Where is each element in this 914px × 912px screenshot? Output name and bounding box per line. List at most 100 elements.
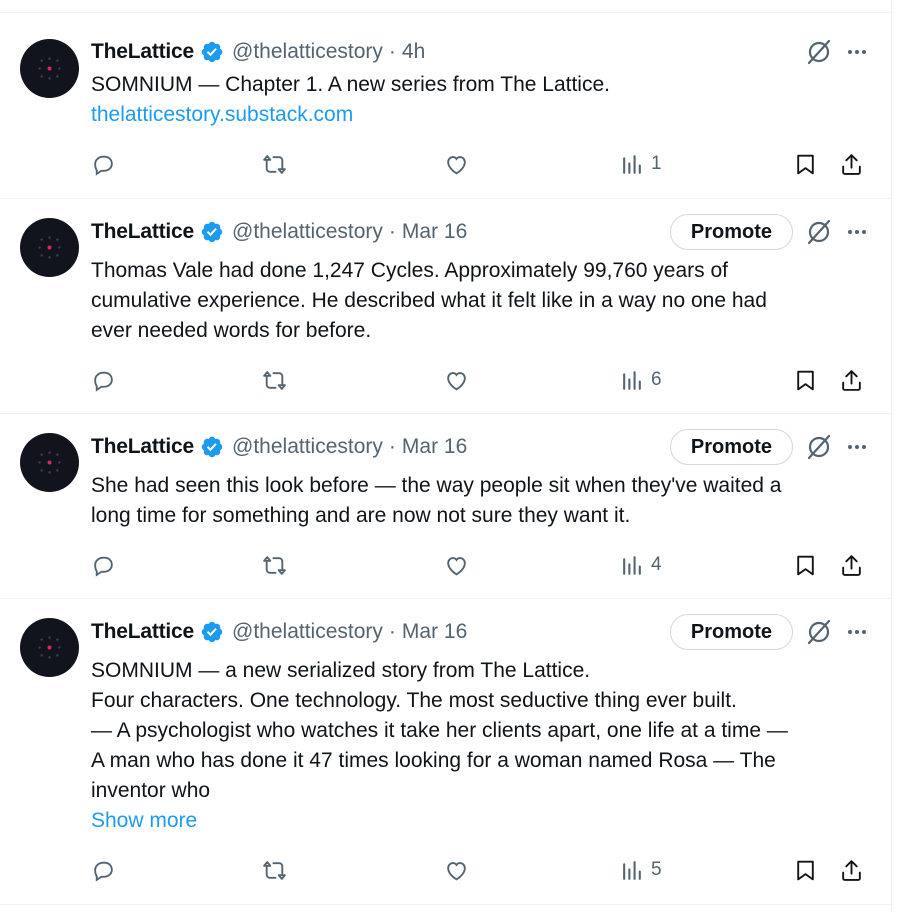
author-handle[interactable]: @thelatticestory <box>232 40 383 64</box>
share-button[interactable] <box>839 365 864 395</box>
views-button[interactable]: 1 <box>620 149 662 179</box>
tweet-text: SOMNIUM — Chapter 1. A new series from T… <box>91 70 863 130</box>
show-more-link[interactable]: Show more <box>91 806 863 836</box>
bookmark-button[interactable] <box>793 149 818 179</box>
views-button[interactable]: 5 <box>620 855 662 885</box>
action-bar: 5 <box>91 855 863 885</box>
share-icon <box>842 369 861 391</box>
avatar[interactable] <box>20 39 79 98</box>
tweet[interactable]: TheLattice @thelatticestory · Mar 16 Pro… <box>0 599 891 904</box>
repost-icon <box>263 860 286 880</box>
share-icon <box>842 153 861 175</box>
views-button[interactable]: 4 <box>620 550 662 580</box>
repost-icon <box>263 555 286 575</box>
like-button[interactable] <box>444 855 469 885</box>
like-button[interactable] <box>444 550 469 580</box>
author-name[interactable]: TheLattice <box>91 40 194 64</box>
views-icon <box>623 370 641 390</box>
reply-button[interactable] <box>91 365 116 395</box>
grok-icon[interactable] <box>805 433 833 461</box>
author-name[interactable]: TheLattice <box>91 220 194 244</box>
timestamp[interactable]: 4h <box>402 40 425 64</box>
promote-button[interactable]: Promote <box>669 614 793 650</box>
avatar[interactable] <box>20 218 79 277</box>
reply-icon <box>94 155 113 176</box>
tweet[interactable]: TheLattice @thelatticestory · Mar 16 Pro… <box>0 199 891 413</box>
views-icon <box>623 860 641 880</box>
reply-button[interactable] <box>91 855 116 885</box>
avatar[interactable] <box>20 618 79 677</box>
like-icon <box>447 371 466 390</box>
grok-icon[interactable] <box>805 618 833 646</box>
promote-button[interactable]: Promote <box>669 214 793 250</box>
reply-icon <box>94 861 113 882</box>
action-bar: 1 <box>91 149 863 179</box>
repost-button[interactable] <box>262 855 287 885</box>
timeline-feed: TheLattice @thelatticestory · 4h SOMNIUM… <box>0 0 892 912</box>
tweet-text-line: — A psychologist who watches it take her… <box>91 719 788 742</box>
views-icon <box>623 555 641 575</box>
lattice-logo-icon <box>38 451 61 474</box>
repost-button[interactable] <box>262 365 287 395</box>
more-dots-icon[interactable] <box>843 433 871 461</box>
bookmark-icon <box>797 370 814 390</box>
timestamp[interactable]: Mar 16 <box>402 220 467 244</box>
author-handle[interactable]: @thelatticestory <box>232 220 383 244</box>
author-handle[interactable]: @thelatticestory <box>232 620 383 644</box>
tweet[interactable]: TheLattice @thelatticestory · 4h SOMNIUM… <box>0 13 891 198</box>
grok-icon[interactable] <box>805 218 833 246</box>
share-icon <box>842 554 861 576</box>
bookmark-button[interactable] <box>793 365 818 395</box>
separator-dot: · <box>388 40 396 63</box>
bookmark-icon <box>797 154 814 174</box>
divider <box>0 904 891 905</box>
tweet-text-line: SOMNIUM — Chapter 1. A new series from T… <box>91 73 610 96</box>
more-dots-icon[interactable] <box>843 618 871 646</box>
grok-icon[interactable] <box>805 38 833 66</box>
verified-badge-icon <box>200 40 224 64</box>
views-count: 6 <box>651 369 662 390</box>
like-icon <box>447 556 466 575</box>
share-button[interactable] <box>839 149 864 179</box>
reply-button[interactable] <box>91 550 116 580</box>
share-button[interactable] <box>839 855 864 885</box>
tweet-text-line: long time for something and are now not … <box>91 504 631 527</box>
like-button[interactable] <box>444 365 469 395</box>
views-button[interactable]: 6 <box>620 365 662 395</box>
repost-button[interactable] <box>262 149 287 179</box>
author-name[interactable]: TheLattice <box>91 620 194 644</box>
bookmark-button[interactable] <box>793 550 818 580</box>
views-icon <box>623 154 641 174</box>
share-button[interactable] <box>839 550 864 580</box>
bookmark-button[interactable] <box>793 855 818 885</box>
action-bar: 6 <box>91 365 863 395</box>
tweet-link[interactable]: thelatticestory.substack.com <box>91 100 863 130</box>
views-count: 1 <box>651 153 662 174</box>
bookmark-icon <box>797 860 814 880</box>
tweet-text: She had seen this look before — the way … <box>91 471 863 531</box>
avatar[interactable] <box>20 433 79 492</box>
reply-icon <box>94 556 113 577</box>
views-count: 5 <box>651 859 662 880</box>
more-dots-icon[interactable] <box>843 218 871 246</box>
bookmark-icon <box>797 555 814 575</box>
like-icon <box>447 861 466 880</box>
author-name[interactable]: TheLattice <box>91 435 194 459</box>
tweet-text: Thomas Vale had done 1,247 Cycles. Appro… <box>91 256 863 346</box>
tweet-text-line: ever needed words for before. <box>91 319 372 342</box>
timestamp[interactable]: Mar 16 <box>402 435 467 459</box>
reply-button[interactable] <box>91 149 116 179</box>
promote-button[interactable]: Promote <box>669 429 793 465</box>
timestamp[interactable]: Mar 16 <box>402 620 467 644</box>
tweet-text-line: Four characters. One technology. The mos… <box>91 689 737 712</box>
more-dots-icon[interactable] <box>843 38 871 66</box>
tweet[interactable]: TheLattice @thelatticestory · Mar 16 Pro… <box>0 414 891 598</box>
separator-dot: · <box>388 620 396 643</box>
like-button[interactable] <box>444 149 469 179</box>
tweet-text-line: cumulative experience. He described what… <box>91 289 767 312</box>
verified-badge-icon <box>200 435 224 459</box>
repost-button[interactable] <box>262 550 287 580</box>
repost-icon <box>263 370 286 390</box>
author-handle[interactable]: @thelatticestory <box>232 435 383 459</box>
verified-badge-icon <box>200 620 224 644</box>
